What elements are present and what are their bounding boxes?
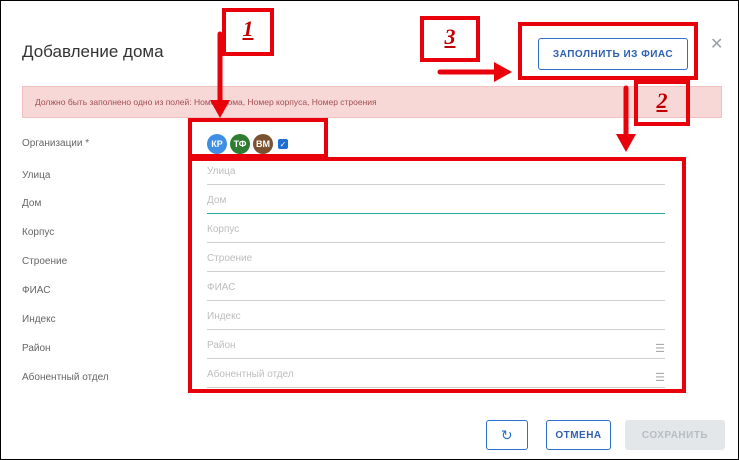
arrow-2-head [616,134,636,152]
arrow-3-head [494,62,512,82]
arrow-1-head [210,100,230,118]
annotation-arrows [210,31,636,152]
